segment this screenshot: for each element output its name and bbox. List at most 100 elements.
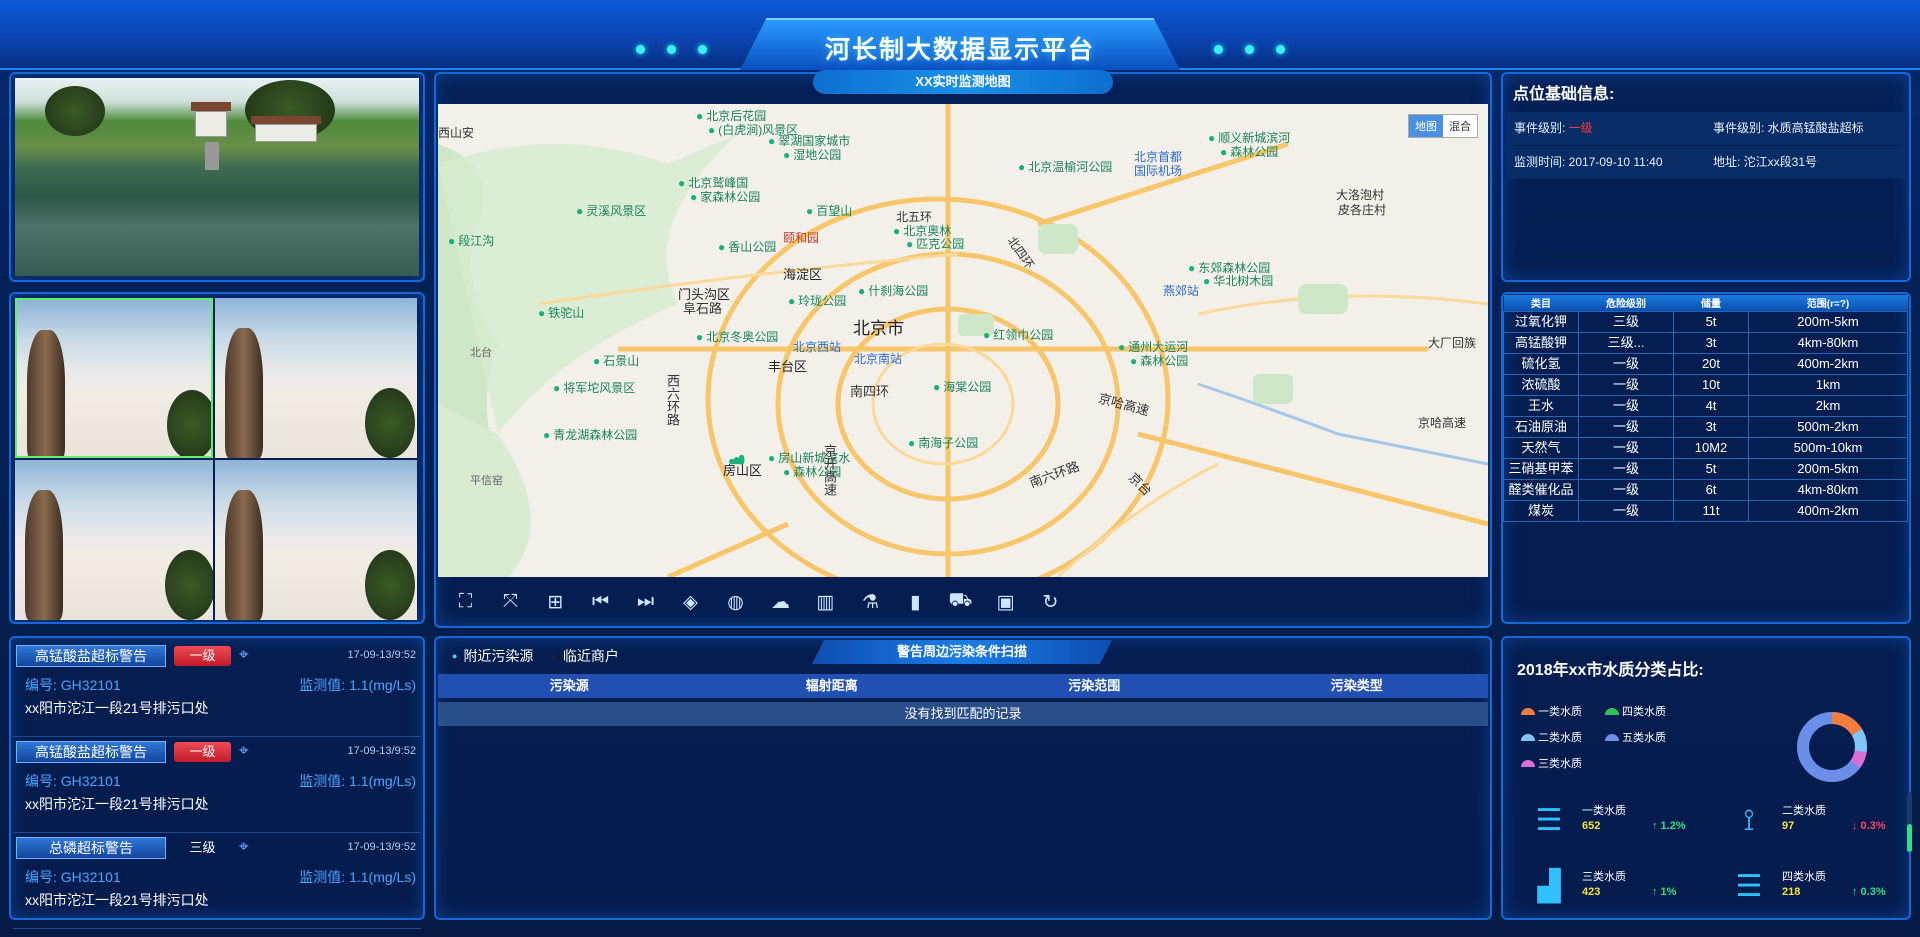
scrollbar-thumb[interactable] xyxy=(1907,824,1912,852)
hazard-cell: 2km xyxy=(1748,394,1908,417)
legend-item[interactable]: 一类水质 xyxy=(1521,703,1605,719)
stat-change: ↑ 1.2% xyxy=(1652,820,1686,832)
legend-item[interactable]: 五类水质 xyxy=(1605,729,1685,745)
map-toolbar: ⛶ ⤧ ⊞ ⏮ ⏭ ◈ ◍ ☁ ▥ ⚗ ▮ ⛟ ▣ ↻ xyxy=(438,580,1488,624)
alarm-item[interactable]: 高锰酸盐超标警告 一级 ⌖ 17-09-13/9:52 编号: GH32101 监测值: … xyxy=(13,643,421,737)
alarm-value: 监测值: 1.1(mg/Ls) xyxy=(299,869,416,885)
quality-stat: ☰ 四类水质 218 ↑ 0.3% xyxy=(1730,866,1920,910)
hazard-cell: 500m-10km xyxy=(1748,436,1908,459)
quality-stat: ▟ 三类水质 423 ↑ 1% xyxy=(1530,866,1740,910)
fit-icon[interactable]: ⤧ xyxy=(497,589,524,616)
legend-item[interactable]: 二类水质 xyxy=(1521,729,1605,745)
legend-item[interactable]: 三类水质 xyxy=(1521,755,1605,771)
grid-icon[interactable]: ⊞ xyxy=(542,589,569,616)
camera-feed-3[interactable] xyxy=(15,460,213,620)
layers-stack-icon: ☰ xyxy=(1535,804,1563,837)
hazard-row[interactable]: 醛类催化品 一级 6t 4km-80km xyxy=(1503,478,1908,501)
alarm-item[interactable]: 高锰酸盐超标警告 一级 ⌖ 17-09-13/9:52 编号: GH32101 监测值: … xyxy=(13,739,421,833)
alarm-title-button[interactable]: 总磷超标警告 xyxy=(16,837,166,859)
hazard-cell: 200m-5km xyxy=(1748,457,1908,480)
hazard-cell: 三级... xyxy=(1578,331,1674,354)
alarm-value: 监测值: 1.1(mg/Ls) xyxy=(299,677,416,693)
network-icon: ⟟ xyxy=(1743,804,1755,837)
hazard-cell: 一级 xyxy=(1578,394,1674,417)
hazard-cell: 4km-80km xyxy=(1748,478,1908,501)
fullscreen-icon[interactable]: ⛶ xyxy=(452,589,479,616)
camera-feed-1[interactable] xyxy=(15,298,213,458)
scan-tabs: 附近污染源 临近商户 xyxy=(452,646,619,666)
hazard-cell: 5t xyxy=(1673,310,1749,333)
hazard-row[interactable]: 高锰酸钾 三级... 3t 4km-80km xyxy=(1503,331,1908,354)
layers-icon[interactable]: ◈ xyxy=(677,589,704,616)
building-icon[interactable]: ▥ xyxy=(812,589,839,616)
truck-icon[interactable]: ⛟ xyxy=(947,589,974,616)
location-pin-icon[interactable]: ⌖ xyxy=(239,645,249,665)
scan-table-header: 污染源 辐射距离 污染范围 污染类型 xyxy=(438,674,1488,698)
hazard-cell: 3t xyxy=(1673,415,1749,438)
map-type-switch[interactable]: 地图 混合 xyxy=(1408,114,1478,138)
cloud-icon[interactable]: ☁ xyxy=(767,589,794,616)
hazard-row[interactable]: 过氧化钾 三级 5t 200m-5km xyxy=(1503,310,1908,333)
header-dots-right xyxy=(1214,45,1285,54)
location-pin-icon[interactable]: ⌖ xyxy=(239,741,249,761)
hazard-cell: 过氧化钾 xyxy=(1503,310,1579,333)
hazard-row[interactable]: 石油原油 一级 3t 500m-2km xyxy=(1503,415,1908,438)
monitor-time-cell: 监测时间: 2017-09-10 11:40 xyxy=(1514,155,1663,169)
stat-name: 三类水质 xyxy=(1582,871,1626,883)
col-distance: 辐射距离 xyxy=(805,678,858,693)
river-photo[interactable] xyxy=(15,78,419,276)
hazard-row[interactable]: 天然气 一级 10M2 500m-10km xyxy=(1503,436,1908,459)
col-source: 污染源 xyxy=(549,678,589,693)
legend-item[interactable]: 四类水质 xyxy=(1605,703,1685,719)
hazard-row[interactable]: 煤炭 一级 11t 400m-2km xyxy=(1503,499,1908,522)
alarm-value: 监测值: 1.1(mg/Ls) xyxy=(299,773,416,789)
camera-feed-2[interactable] xyxy=(215,298,417,458)
camera-feed-4[interactable] xyxy=(215,460,417,620)
stat-change: ↑ 0.3% xyxy=(1852,886,1886,898)
alarm-level-badge: 一级 xyxy=(174,742,231,762)
prev-icon[interactable]: ⏮ xyxy=(587,589,614,616)
hazard-cell: 一级 xyxy=(1578,478,1674,501)
next-icon[interactable]: ⏭ xyxy=(632,589,659,616)
alarm-level-badge: 一级 xyxy=(174,646,231,666)
tab-nearby-merchants[interactable]: 临近商户 xyxy=(551,646,619,666)
col-range: 污染范围 xyxy=(1068,678,1121,693)
chart-icon[interactable]: ▮ xyxy=(902,589,929,616)
bar-trend-icon: ▟ xyxy=(1537,870,1561,903)
hazard-header: 储量 xyxy=(1673,295,1749,311)
stat-name: 一类水质 xyxy=(1582,805,1626,817)
location-pin-icon[interactable]: ⌖ xyxy=(239,837,249,857)
hazard-cell: 400m-2km xyxy=(1748,352,1908,375)
hazard-cell: 4t xyxy=(1673,394,1749,417)
refresh-icon[interactable]: ↻ xyxy=(1037,589,1064,616)
hazard-row[interactable]: 硫化氢 一级 20t 400m-2km xyxy=(1503,352,1908,375)
stat-value: 97 xyxy=(1782,820,1795,832)
hazard-cell: 一级 xyxy=(1578,457,1674,480)
hazard-cell: 200m-5km xyxy=(1748,310,1908,333)
hazard-cell: 一级 xyxy=(1578,499,1674,522)
map-type-hybrid[interactable]: 混合 xyxy=(1443,115,1477,137)
alarm-address: xx阳市沱江一段21号排污口处 xyxy=(25,700,209,716)
alarm-item[interactable]: 总磷超标警告 三级 ⌖ 17-09-13/9:52 编号: GH32101 监测值: 1.… xyxy=(13,835,421,929)
tab-nearby-pollution[interactable]: 附近污染源 xyxy=(452,646,533,666)
flask-icon[interactable]: ⚗ xyxy=(857,589,884,616)
globe-icon[interactable]: ◍ xyxy=(722,589,749,616)
window-icon[interactable]: ▣ xyxy=(992,589,1019,616)
scrollbar-track[interactable] xyxy=(1907,792,1912,852)
hazard-cell: 三级 xyxy=(1578,310,1674,333)
hazard-row[interactable]: 王水 一级 4t 2km xyxy=(1503,394,1908,417)
alarm-code: 编号: GH32101 xyxy=(25,869,121,885)
alarm-time: 17-09-13/9:52 xyxy=(347,649,417,661)
hazard-cell: 一级 xyxy=(1578,373,1674,396)
alarm-level-badge: 三级 xyxy=(189,840,216,855)
hazard-cell: 11t xyxy=(1673,499,1749,522)
quality-stat: ⟟ 二类水质 97 ↓ 0.3% xyxy=(1730,800,1920,844)
hazard-row[interactable]: 浓硫酸 一级 10t 1km xyxy=(1503,373,1908,396)
monitoring-map[interactable]: 北京后花园 (白虎涧)风景区 翠湖国家城市 湿地公园 北京鹫峰国 家森林公园 灵… xyxy=(438,104,1488,577)
hazard-cell: 1km xyxy=(1748,373,1908,396)
alarm-title-button[interactable]: 高锰酸盐超标警告 xyxy=(16,645,166,667)
map-type-map[interactable]: 地图 xyxy=(1409,115,1443,137)
hazard-header: 范围(r=?) xyxy=(1748,295,1908,311)
hazard-row[interactable]: 三硝基甲苯 一级 5t 200m-5km xyxy=(1503,457,1908,480)
alarm-title-button[interactable]: 高锰酸盐超标警告 xyxy=(16,741,166,763)
